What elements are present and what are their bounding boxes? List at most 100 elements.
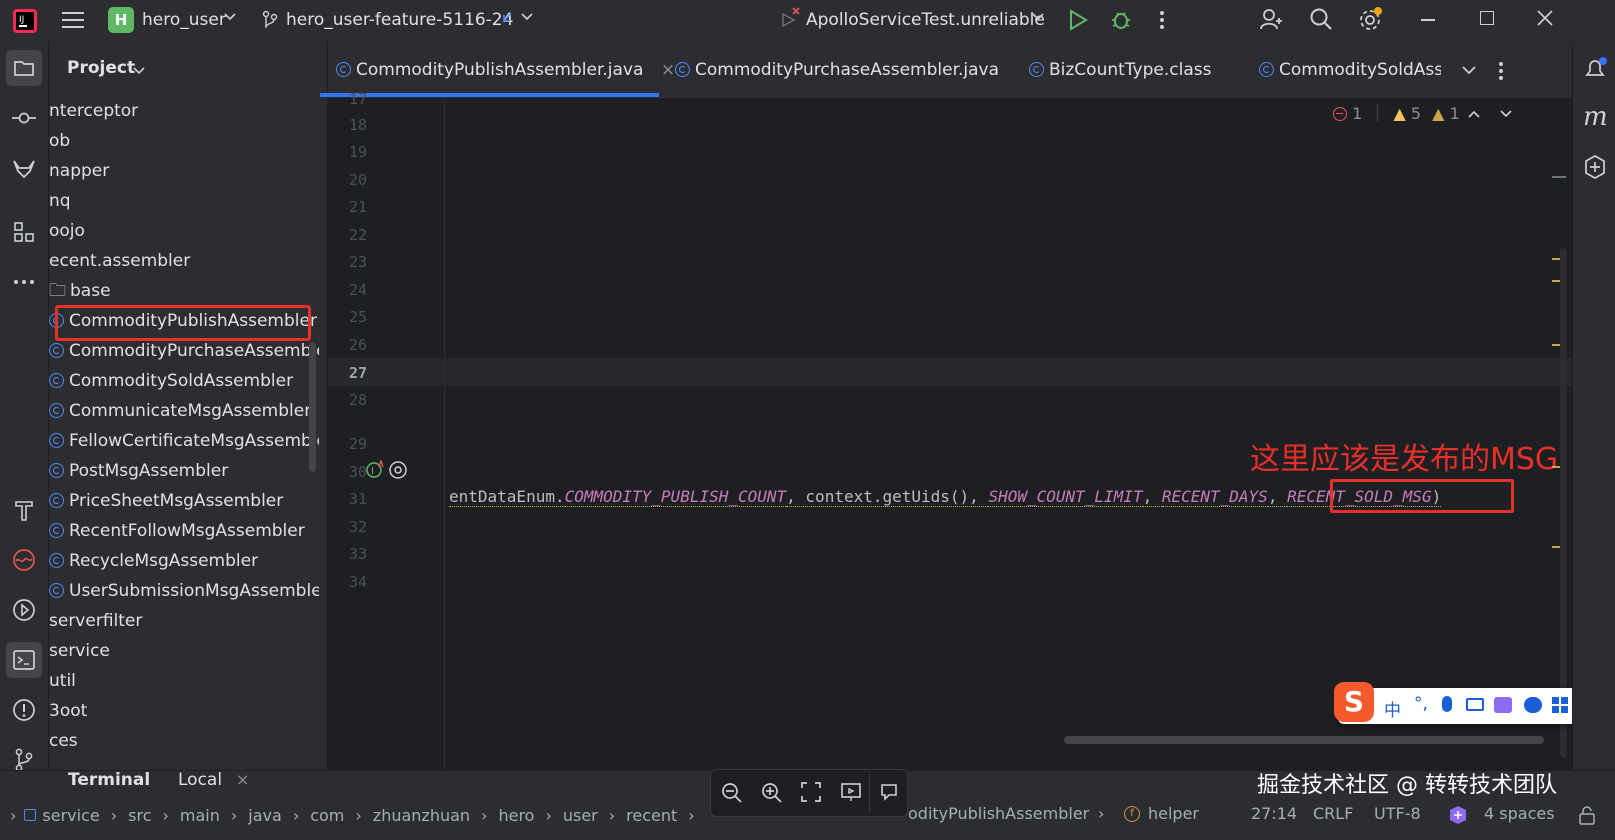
breadcrumb-class[interactable]: odityPublishAssembler — [908, 804, 1089, 823]
inspection-widget[interactable]: 1 ▲ 5 ▲ 1 — [1333, 104, 1460, 126]
tree-folder-item[interactable]: serverfilter — [49, 606, 142, 636]
caret-position[interactable]: 27:14 — [1251, 804, 1297, 823]
branch-name[interactable]: hero_user-feature-5116-24 — [286, 10, 513, 30]
tab-biz-count-type[interactable]: BizCountType.class — [1029, 42, 1211, 98]
comment-icon[interactable] — [879, 782, 899, 802]
tab-list-chevron-icon[interactable] — [1462, 66, 1476, 75]
tree-class-item[interactable]: CommoditySoldAssembler — [49, 366, 293, 396]
zoom-out-icon[interactable] — [721, 782, 743, 804]
annotation-at-icon[interactable] — [388, 460, 408, 480]
gitlab-tool-button[interactable] — [6, 150, 42, 186]
ime-microphone-icon[interactable] — [1442, 696, 1452, 712]
profiler-tool-button[interactable] — [6, 542, 42, 578]
search-icon[interactable] — [1309, 7, 1333, 31]
tab-close-icon[interactable]: × — [661, 60, 675, 80]
zoom-in-icon[interactable] — [761, 782, 783, 804]
main-menu-icon[interactable] — [62, 10, 84, 30]
indent-setting[interactable]: 4 spaces — [1484, 804, 1555, 823]
editor-horizontal-scrollbar[interactable] — [1064, 736, 1544, 744]
chevron-down-icon[interactable] — [224, 13, 236, 21]
tree-class-item[interactable]: CommodityPurchaseAssembler — [49, 336, 319, 366]
ime-toolbar[interactable]: S 中 °, — [1334, 682, 1582, 724]
breadcrumb-item[interactable]: java — [248, 806, 282, 825]
debug-icon[interactable] — [1110, 8, 1132, 30]
ime-skin-icon[interactable] — [1494, 697, 1512, 713]
breadcrumb-item[interactable]: service — [42, 806, 99, 825]
stripe-mark[interactable] — [1552, 176, 1566, 178]
breadcrumb-item[interactable]: main — [180, 806, 220, 825]
tree-class-item[interactable]: PriceSheetMsgAssembler — [49, 486, 283, 516]
tree-folder-item[interactable]: ob — [49, 126, 70, 156]
tree-vertical-scrollbar[interactable] — [309, 342, 316, 472]
build-tool-button[interactable] — [6, 492, 42, 528]
terminal-tool-button[interactable] — [6, 642, 42, 678]
breadcrumb-item[interactable]: zhuanzhuan — [373, 806, 470, 825]
tree-folder-item[interactable]: oojo — [49, 216, 85, 246]
add-user-icon[interactable] — [1259, 7, 1283, 31]
code-line-31[interactable]: entDataEnum.COMMODITY_PUBLISH_COUNT, con… — [449, 487, 1442, 507]
breadcrumb-method[interactable]: helper — [1148, 804, 1199, 823]
tree-class-item[interactable]: UserSubmissionMsgAssembler — [49, 576, 319, 606]
tree-folder-item[interactable]: service — [49, 636, 110, 666]
run-icon[interactable] — [1068, 9, 1088, 31]
fit-screen-icon[interactable] — [801, 782, 821, 802]
editor-vertical-scrollbar[interactable] — [1560, 248, 1567, 758]
breadcrumb-item[interactable]: user — [563, 806, 598, 825]
tree-folder-item[interactable]: ces — [49, 726, 78, 756]
minimize-icon[interactable] — [1421, 19, 1435, 21]
maven-icon[interactable]: m — [1583, 102, 1608, 132]
tree-class-item[interactable]: CommunicateMsgAssembler — [49, 396, 311, 426]
terminal-tab[interactable]: Terminal — [68, 765, 150, 795]
project-view-chevron-icon[interactable] — [133, 67, 145, 75]
code-editor[interactable]: 17 18 19 20 21 22 23 24 25 26 27 28 29 30 31 32 33 34 I 1… — [328, 90, 1582, 770]
project-badge[interactable]: H — [108, 7, 134, 33]
breadcrumb-item[interactable]: com — [310, 806, 344, 825]
ime-emoji-icon[interactable] — [1524, 697, 1542, 713]
tree-folder-item[interactable]: napper — [49, 156, 109, 186]
project-tool-button[interactable] — [6, 50, 42, 86]
breadcrumb-item[interactable]: src — [128, 806, 151, 825]
breadcrumb-item[interactable]: recent — [626, 806, 677, 825]
commit-tool-button[interactable] — [6, 100, 42, 136]
tree-folder-item[interactable]: util — [49, 666, 76, 696]
tree-class-item[interactable]: RecentFollowMsgAssembler — [49, 516, 305, 546]
terminal-local-tab[interactable]: Local — [178, 765, 222, 795]
tree-folder-item[interactable]: ecent.assembler — [49, 246, 190, 276]
ide-logo-icon[interactable]: IJ — [12, 8, 38, 34]
run-config-chevron-icon[interactable] — [1032, 13, 1044, 21]
sogou-logo-icon[interactable]: S — [1334, 682, 1374, 722]
tab-commodity-purchase-assembler[interactable]: CommodityPurchaseAssembler.java — [675, 42, 999, 98]
tree-folder-item[interactable]: nterceptor — [49, 96, 138, 126]
previous-highlight-icon[interactable] — [1468, 110, 1480, 118]
project-name[interactable]: hero_user — [142, 10, 226, 30]
tab-more-icon[interactable] — [1498, 61, 1504, 81]
tab-commodity-publish-assembler[interactable]: CommodityPublishAssembler.java × — [336, 42, 675, 98]
breadcrumb-item[interactable]: hero — [498, 806, 534, 825]
ai-status-icon[interactable] — [1448, 805, 1468, 825]
more-tools-button[interactable] — [6, 264, 42, 300]
ime-punctuation-icon[interactable]: °, — [1414, 694, 1428, 714]
ime-chinese-mode-icon[interactable]: 中 — [1384, 696, 1401, 721]
presentation-icon[interactable] — [841, 782, 861, 802]
implementing-method-icon[interactable]: I — [366, 460, 384, 478]
structure-tool-button[interactable] — [6, 214, 42, 250]
tree-class-item[interactable]: FellowCertificateMsgAssembler — [49, 426, 319, 456]
terminal-tab-close-icon[interactable]: × — [236, 765, 249, 795]
next-highlight-icon[interactable] — [1500, 110, 1512, 118]
tree-class-item[interactable]: RecycleMsgAssembler — [49, 546, 258, 576]
notifications-icon[interactable] — [1582, 56, 1608, 82]
tab-commodity-sold-assembler[interactable]: CommoditySoldAsse — [1259, 42, 1441, 98]
ai-assistant-icon[interactable] — [1582, 154, 1608, 180]
line-separator[interactable]: CRLF — [1313, 804, 1353, 823]
run-config-name[interactable]: ApolloServiceTest.unreliable — [806, 10, 1045, 30]
tree-folder-item[interactable]: 3oot — [49, 696, 87, 726]
services-tool-button[interactable] — [6, 592, 42, 628]
tree-folder-item[interactable]: 🗀 base — [49, 276, 111, 306]
ime-keyboard-icon[interactable] — [1466, 698, 1484, 711]
more-actions-icon[interactable] — [1159, 10, 1165, 30]
project-panel-title[interactable]: Project — [67, 58, 135, 78]
file-encoding[interactable]: UTF-8 — [1374, 804, 1421, 823]
problems-tool-button[interactable] — [6, 692, 42, 728]
close-window-icon[interactable] — [1537, 10, 1553, 26]
settings-gear-icon[interactable] — [1358, 6, 1384, 32]
